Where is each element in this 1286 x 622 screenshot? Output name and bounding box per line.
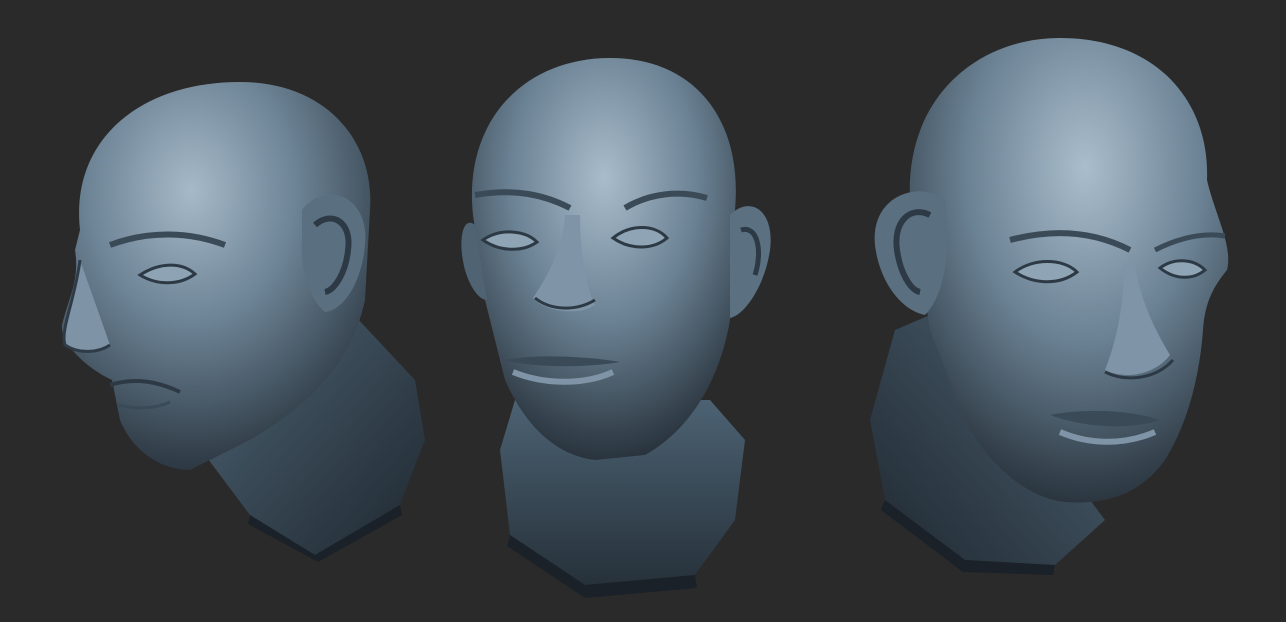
head-sculpt-right-three-quarter: [870, 38, 1229, 575]
ear: [874, 191, 947, 315]
head-sculpt-left-three-quarter: [61, 82, 425, 562]
head-sculpt-front: [461, 58, 771, 598]
skull: [471, 58, 736, 460]
viewport-canvas: [0, 0, 1286, 622]
